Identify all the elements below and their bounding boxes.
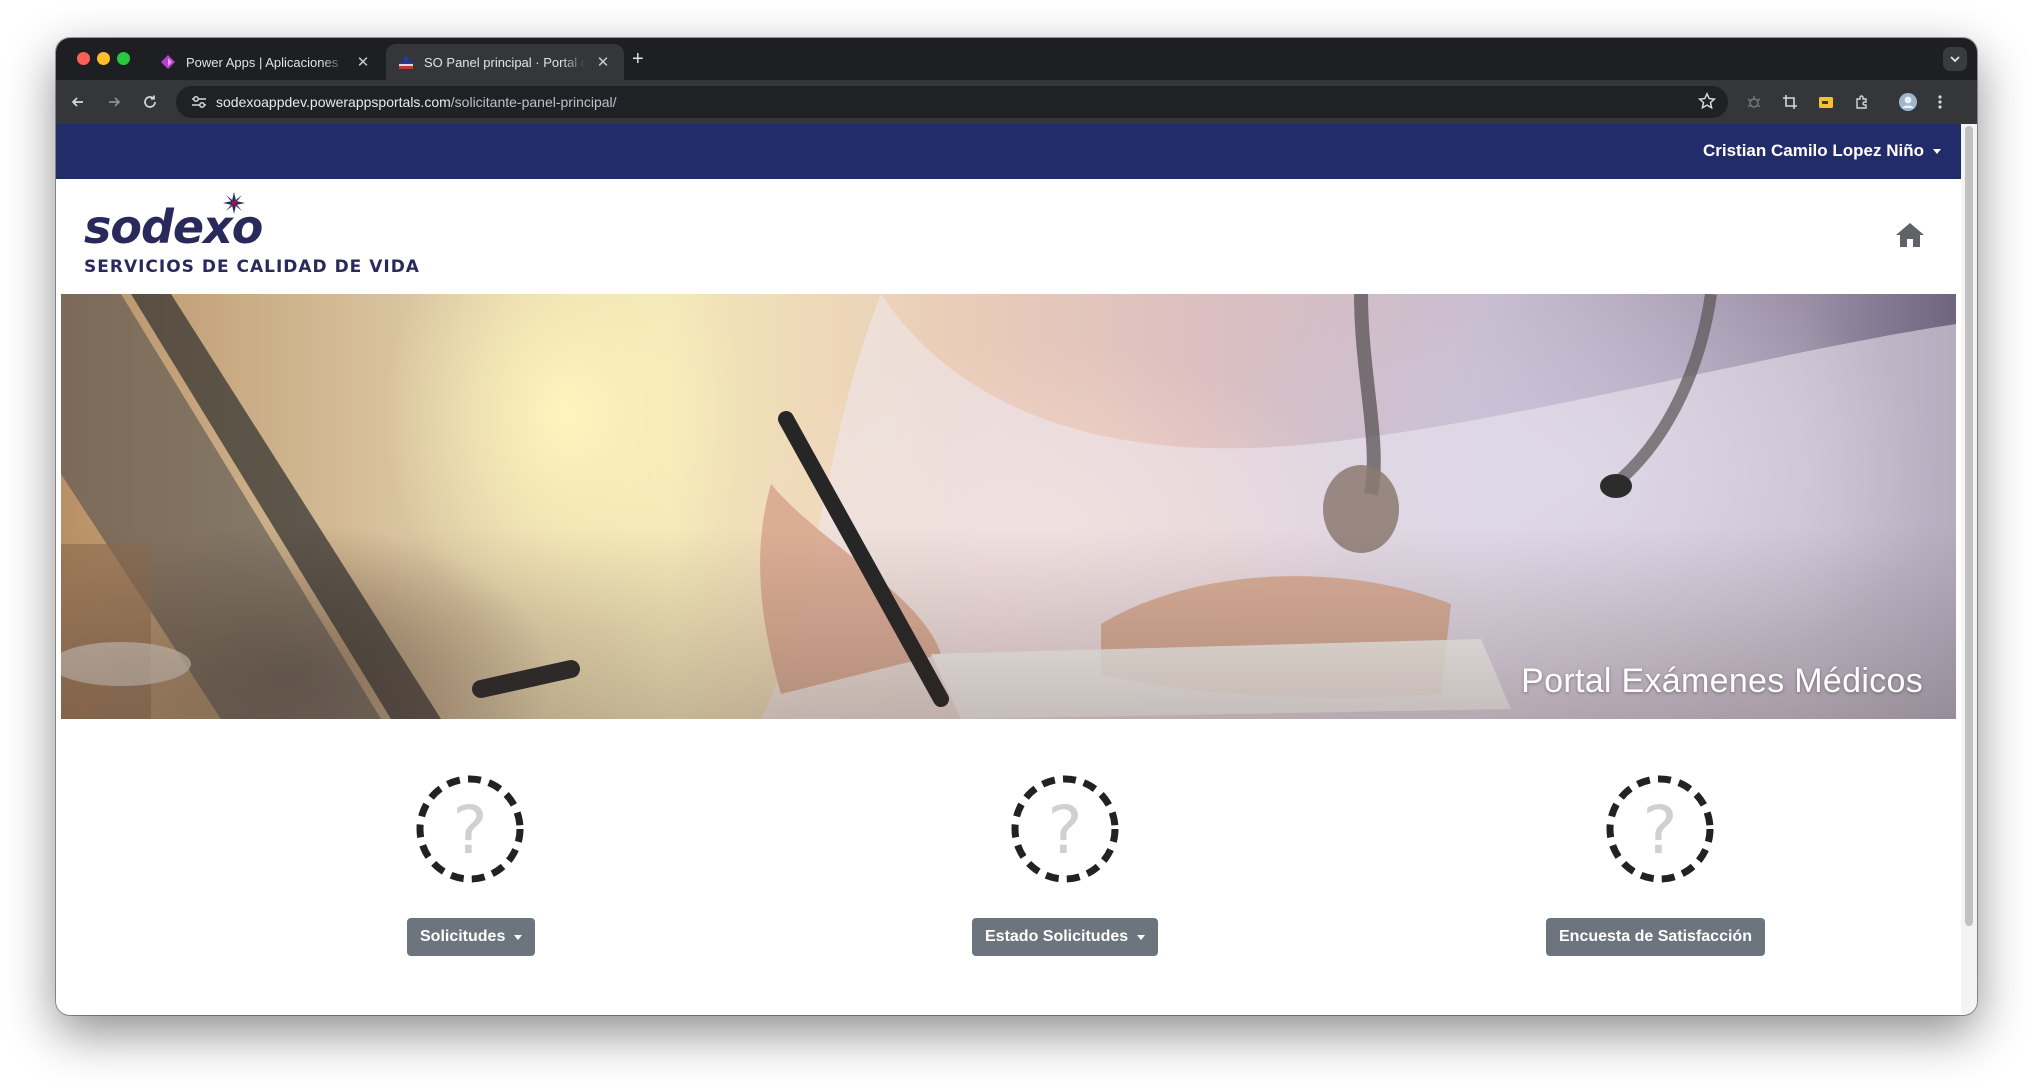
power-apps-icon xyxy=(160,54,176,70)
url-path: /solicitante-panel-principal/ xyxy=(450,94,617,110)
folder-extension-icon[interactable] xyxy=(1814,90,1838,114)
question-circle-icon: ? xyxy=(1011,775,1119,883)
bookmark-star-icon[interactable] xyxy=(1697,91,1717,115)
tab-title: Power Apps | Aplicaciones xyxy=(186,54,339,70)
sodexo-logo[interactable]: sodexo SERVICIOS DE CALIDAD DE VIDA xyxy=(84,192,419,288)
hero-banner: Portal Exámenes Médicos xyxy=(61,294,1956,719)
tab-strip: Power Apps | Aplicaciones ✕ SO Panel pri… xyxy=(56,38,1977,80)
tab-title: SO Panel principal · Portal de Exámenes … xyxy=(424,54,586,70)
portal-header: sodexo SERVICIOS DE CALIDAD DE VIDA xyxy=(56,179,1961,294)
encuesta-satisfaccion-button[interactable]: Encuesta de Satisfacción xyxy=(1546,918,1765,956)
browser-menu-icon[interactable] xyxy=(1928,90,1952,114)
forward-button[interactable] xyxy=(102,90,126,114)
user-name: Cristian Camilo Lopez Niño xyxy=(1702,141,1924,160)
puzzle-extensions-icon[interactable] xyxy=(1850,90,1874,114)
caret-down-icon xyxy=(1137,934,1146,940)
reload-button[interactable] xyxy=(138,90,162,114)
svg-text:?: ? xyxy=(1642,792,1677,869)
browser-toolbar: sodexoappdev.powerappsportals.com/solici… xyxy=(56,80,1977,124)
button-label: Estado Solicitudes xyxy=(985,928,1129,945)
home-icon[interactable] xyxy=(1895,221,1925,249)
extension-bug-icon[interactable] xyxy=(1742,90,1766,114)
chevron-down-icon xyxy=(1950,56,1960,63)
browser-window: Power Apps | Aplicaciones ✕ SO Panel pri… xyxy=(56,38,1977,1015)
logo-tagline: SERVICIOS DE CALIDAD DE VIDA xyxy=(84,257,420,277)
tile-solicitudes: ? Solicitudes xyxy=(319,719,619,1015)
caret-down-icon xyxy=(1933,148,1941,154)
question-circle-icon: ? xyxy=(1606,775,1714,883)
close-tab-icon[interactable]: ✕ xyxy=(354,53,372,71)
url-text: sodexoappdev.powerappsportals.com/solici… xyxy=(216,94,617,110)
portal-top-bar: Cristian Camilo Lopez Niño xyxy=(56,124,1961,179)
logo-star-icon xyxy=(223,192,245,214)
url-host: sodexoappdev.powerappsportals.com xyxy=(216,94,451,110)
arrow-right-icon xyxy=(109,97,121,107)
address-bar[interactable]: sodexoappdev.powerappsportals.com/solici… xyxy=(176,86,1728,118)
page-scrollbar[interactable] xyxy=(1961,124,1977,1015)
site-info-icon[interactable] xyxy=(184,86,214,118)
button-label: Encuesta de Satisfacción xyxy=(1559,928,1752,945)
new-tab-button[interactable]: + xyxy=(632,49,644,69)
back-button[interactable] xyxy=(66,90,90,114)
caret-down-icon xyxy=(514,934,523,940)
tab-power-apps[interactable]: Power Apps | Aplicaciones ✕ xyxy=(148,44,384,80)
user-menu[interactable]: Cristian Camilo Lopez Niño xyxy=(1703,141,1941,161)
button-label: Solicitudes xyxy=(420,928,506,945)
screenshot-extension-icon[interactable] xyxy=(1778,90,1802,114)
portal-page: Cristian Camilo Lopez Niño sodexo SERVIC… xyxy=(56,124,1961,1015)
minimize-window-button[interactable] xyxy=(97,52,110,65)
reload-icon xyxy=(144,95,156,108)
tile-encuesta: ? Encuesta de Satisfacción xyxy=(1509,719,1809,1015)
question-circle-icon: ? xyxy=(416,775,524,883)
action-tiles: ? Solicitudes ? Estado Solicitudes ? Enc… xyxy=(56,719,1961,1015)
solicitudes-dropdown-button[interactable]: Solicitudes xyxy=(407,918,536,956)
close-tab-icon[interactable]: ✕ xyxy=(594,53,612,71)
tile-estado-solicitudes: ? Estado Solicitudes xyxy=(914,719,1214,1015)
svg-text:?: ? xyxy=(1047,792,1082,869)
maximize-window-button[interactable] xyxy=(117,52,130,65)
portal-favicon-icon xyxy=(398,54,414,70)
tab-search-button[interactable] xyxy=(1943,47,1967,71)
scrollbar-thumb[interactable] xyxy=(1965,126,1973,926)
hero-shade xyxy=(61,294,1956,719)
estado-solicitudes-dropdown-button[interactable]: Estado Solicitudes xyxy=(972,918,1159,956)
close-window-button[interactable] xyxy=(77,52,90,65)
tab-panel-principal[interactable]: SO Panel principal · Portal de Exámenes … xyxy=(386,44,624,80)
profile-avatar-icon[interactable] xyxy=(1896,90,1920,114)
hero-title: Portal Exámenes Médicos xyxy=(1521,662,1923,700)
arrow-left-icon xyxy=(71,97,83,107)
svg-text:?: ? xyxy=(452,792,487,869)
